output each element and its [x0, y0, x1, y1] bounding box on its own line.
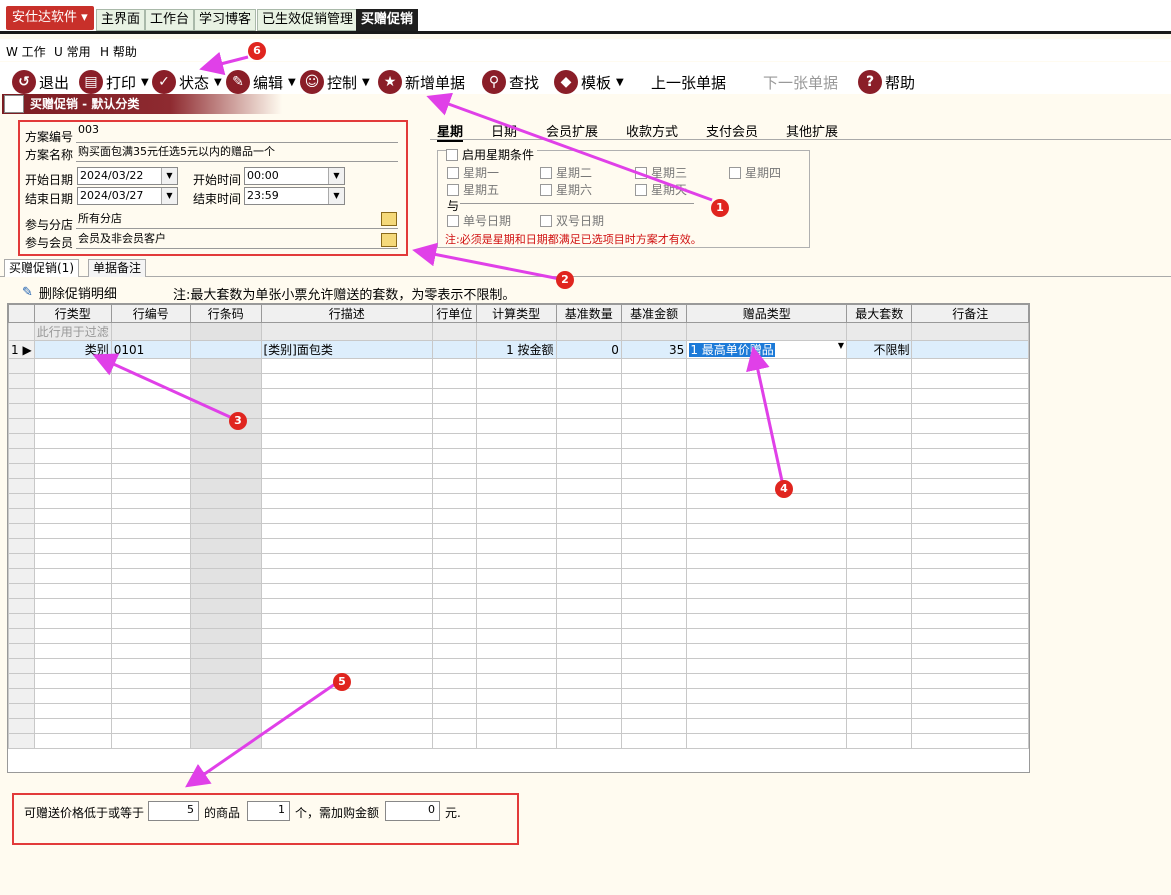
annotation-arrows: [92, 51, 784, 788]
annotation-badge: 3: [229, 412, 247, 430]
annotation-badge: 5: [333, 673, 351, 691]
arrow-4: [746, 346, 784, 482]
annotation-badge: 2: [556, 271, 574, 289]
arrow-2: [412, 242, 561, 281]
arrow-1: [426, 92, 713, 202]
annotation-badge: 4: [775, 480, 793, 498]
arrow-5: [185, 682, 336, 788]
arrow-3: [92, 353, 231, 419]
annotation-badge: 6: [248, 42, 266, 60]
annotation-badge: 1: [711, 199, 729, 217]
arrow-6: [199, 51, 249, 76]
